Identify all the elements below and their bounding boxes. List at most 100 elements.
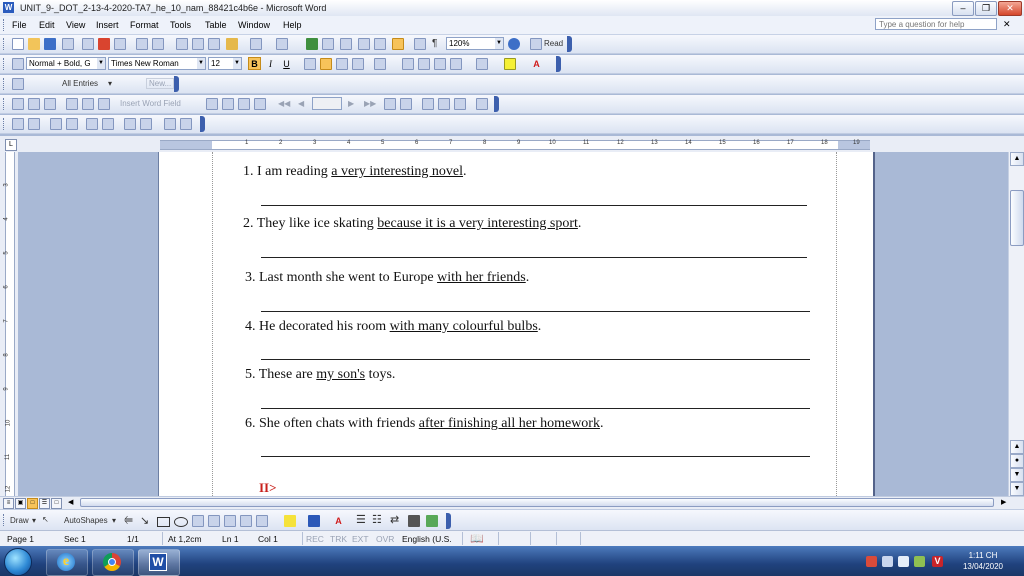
scroll-up-icon[interactable]: ▲ [1010, 152, 1024, 166]
select-objects-icon[interactable]: ↖ [42, 515, 49, 524]
toolbar-options[interactable] [446, 513, 451, 529]
vertical-scroll-thumb[interactable] [1010, 190, 1024, 246]
delete-record-icon[interactable] [66, 118, 78, 130]
oval-icon[interactable] [174, 517, 188, 527]
find-entry-icon[interactable] [384, 98, 396, 110]
numbering-icon[interactable] [402, 58, 414, 70]
vertical-ruler[interactable]: 3 4 5 6 7 8 9 10 11 12 [0, 152, 18, 496]
new-autotext-button[interactable]: New... [146, 78, 175, 89]
undo-icon[interactable] [250, 38, 262, 50]
merge-to-document-icon[interactable] [422, 98, 434, 110]
insert-table-icon[interactable] [340, 38, 352, 50]
font-select[interactable]: Times New Roman ▼ [108, 57, 206, 70]
highlight-icon[interactable] [504, 58, 516, 70]
dash-style-icon[interactable]: ☷ [372, 513, 382, 526]
arrow-icon[interactable]: ↘ [140, 514, 149, 527]
help-question-input[interactable]: Type a question for help [875, 18, 997, 30]
sort-ascending-icon[interactable] [86, 118, 98, 130]
insert-picture-icon[interactable] [256, 515, 268, 527]
status-language[interactable]: English (U.S. [402, 534, 452, 544]
merge-to-email-icon[interactable] [454, 98, 466, 110]
taskbar-chrome[interactable] [92, 549, 134, 576]
toolbar-grip[interactable] [3, 118, 7, 130]
horizontal-scroll-thumb[interactable] [80, 498, 994, 507]
volume-icon[interactable] [898, 556, 909, 567]
status-ext[interactable]: EXT [352, 534, 369, 544]
align-center-icon[interactable] [320, 58, 332, 70]
menu-window[interactable]: Window [238, 20, 270, 30]
menu-format[interactable]: Format [130, 20, 159, 30]
copy-icon[interactable] [192, 38, 204, 50]
open-folder-icon[interactable] [28, 38, 40, 50]
line-color-icon[interactable] [308, 515, 320, 527]
diagram-icon[interactable] [224, 515, 236, 527]
vertical-scrollbar[interactable]: ▲ ▲ ● ▼ ▼ [1008, 152, 1024, 496]
normal-view-icon[interactable]: ≡ [3, 498, 14, 509]
taskbar-internet-explorer[interactable]: e [46, 549, 88, 576]
horizontal-ruler[interactable]: 1 2 3 4 5 6 7 8 9 10 11 12 13 14 15 16 1… [160, 140, 870, 150]
menu-grip[interactable] [3, 19, 7, 31]
toolbar-options[interactable] [174, 76, 179, 92]
scroll-right-icon[interactable]: ▶ [1001, 498, 1006, 506]
insert-address-block-icon[interactable] [66, 98, 78, 110]
document-page[interactable]: 1. I am reading a very interesting novel… [158, 152, 875, 496]
3d-style-icon[interactable] [426, 515, 438, 527]
status-rec[interactable]: REC [306, 534, 324, 544]
research-icon[interactable] [152, 38, 164, 50]
toolbar-options[interactable] [494, 96, 499, 112]
insert-greeting-icon[interactable] [82, 98, 94, 110]
fill-color-icon[interactable] [284, 515, 296, 527]
start-button[interactable] [4, 548, 32, 576]
decrease-indent-icon[interactable] [434, 58, 446, 70]
question-6[interactable]: 6. She often chats with friends after fi… [245, 416, 603, 432]
help-icon[interactable] [508, 38, 520, 50]
drawing-font-color-button[interactable]: A [332, 514, 345, 527]
redo-icon[interactable] [276, 38, 288, 50]
menu-file[interactable]: File [12, 20, 27, 30]
toolbar-grip[interactable] [3, 78, 7, 90]
zoom-select[interactable]: 120% ▼ [446, 37, 504, 50]
tab-selector[interactable]: L [5, 139, 17, 151]
all-entries-dropdown[interactable]: All Entries [62, 79, 98, 88]
question-1[interactable]: 1. I am reading a very interesting novel… [243, 164, 467, 180]
scroll-down-icon[interactable]: ▼ [1010, 482, 1024, 496]
network-warning-icon[interactable] [866, 556, 877, 567]
cut-icon[interactable] [176, 38, 188, 50]
line-icon[interactable]: ⥢ [124, 514, 133, 527]
update-field-icon[interactable] [140, 118, 152, 130]
read-button[interactable]: Read [544, 39, 563, 48]
add-record-icon[interactable] [50, 118, 62, 130]
line-style-icon[interactable]: ☰ [356, 513, 366, 526]
sort-descending-icon[interactable] [102, 118, 114, 130]
clip-art-icon[interactable] [240, 515, 252, 527]
font-size-select[interactable]: 12 ▼ [208, 57, 242, 70]
main-document-setup-icon[interactable] [12, 98, 24, 110]
print-icon[interactable] [82, 38, 94, 50]
insert-merge-fields-icon[interactable] [98, 98, 110, 110]
wordart-icon[interactable] [208, 515, 220, 527]
save-icon[interactable] [44, 38, 56, 50]
increase-indent-icon[interactable] [450, 58, 462, 70]
font-color-button[interactable]: A [530, 57, 543, 70]
toolbar-grip[interactable] [3, 514, 7, 526]
data-form-icon[interactable] [12, 118, 24, 130]
open-data-source-icon[interactable] [28, 98, 40, 110]
bullets-icon[interactable] [418, 58, 430, 70]
close-document-icon[interactable]: ✕ [1003, 19, 1011, 30]
match-fields-icon[interactable] [238, 98, 250, 110]
maximize-button[interactable]: ❐ [975, 1, 997, 16]
spelling-status-icon[interactable]: 📖 [470, 532, 484, 545]
outline-view-icon[interactable]: ☰ [39, 498, 50, 509]
merge-to-printer-icon[interactable] [438, 98, 450, 110]
columns-icon[interactable] [374, 38, 386, 50]
question-5[interactable]: 5. These are my son's toys. [245, 367, 395, 383]
toolbar-options[interactable] [567, 36, 572, 52]
check-errors-icon[interactable] [400, 98, 412, 110]
autoshapes-menu-button[interactable]: AutoShapes [64, 516, 108, 525]
menu-view[interactable]: View [66, 20, 85, 30]
read-icon[interactable] [530, 38, 542, 50]
excel-sheet-icon[interactable] [358, 38, 370, 50]
toolbar-grip[interactable] [3, 98, 7, 110]
print-layout-view-icon[interactable]: □ [27, 498, 38, 509]
question-3[interactable]: 3. Last month she went to Europe with he… [245, 270, 529, 286]
